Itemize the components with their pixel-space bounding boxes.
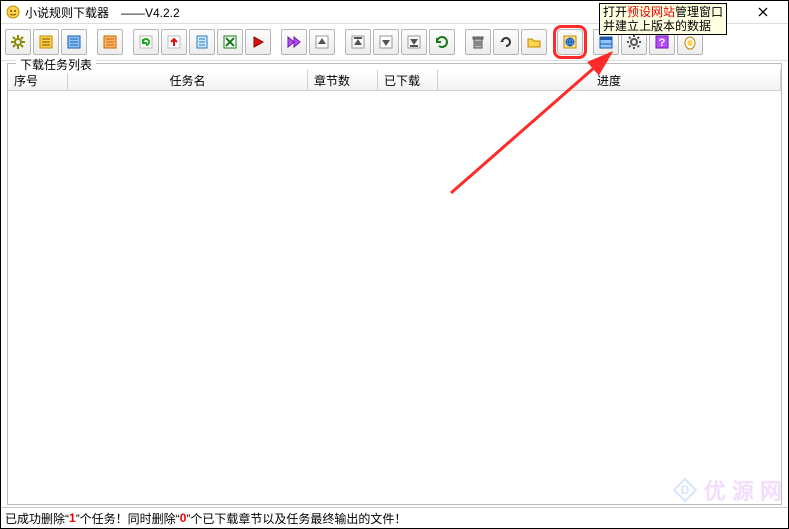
toolbar-down-button[interactable] xyxy=(373,29,399,55)
gear-icon xyxy=(10,34,26,50)
tooltip-text: 并建立上版本的数据 xyxy=(603,19,723,33)
col-taskname[interactable]: 任务名 xyxy=(68,70,308,90)
toolbar-notepad-button[interactable] xyxy=(189,29,215,55)
toolbar-list-yellow-button[interactable] xyxy=(33,29,59,55)
tooltip-text: 打开 xyxy=(603,5,627,19)
app-icon xyxy=(5,4,21,20)
toolbar-list-blue-button[interactable] xyxy=(61,29,87,55)
egg-icon xyxy=(682,34,698,50)
refresh-green-icon xyxy=(138,34,154,50)
close-button[interactable] xyxy=(742,1,784,23)
table-header: 序号 任务名 章节数 已下载 进度 xyxy=(8,70,781,91)
status-text: 已成功删除“ xyxy=(5,510,69,527)
help-icon: ? xyxy=(654,34,670,50)
app-window: 小说规则下载器 ——V4.2.2 打开预设网站管理窗口 并建立上版本的数据 ? … xyxy=(0,0,789,529)
toolbar-export-button[interactable] xyxy=(161,29,187,55)
toolbar-cycle-button[interactable] xyxy=(493,29,519,55)
toolbar-refresh-green-button[interactable] xyxy=(133,29,159,55)
list-blue-icon xyxy=(66,34,82,50)
task-list-group: 下载任务列表 序号 任务名 章节数 已下载 进度 xyxy=(7,63,782,505)
toolbar-gear-button[interactable] xyxy=(5,29,31,55)
play-icon xyxy=(250,34,266,50)
folder-icon xyxy=(526,34,542,50)
table-body[interactable] xyxy=(8,91,781,504)
toolbar-play-button[interactable] xyxy=(245,29,271,55)
status-text: ”个已下载章节以及任务最终输出的文件！ xyxy=(186,510,406,527)
toolbar-up-button[interactable] xyxy=(309,29,335,55)
col-chapters[interactable]: 章节数 xyxy=(308,70,378,90)
toolbar-list-orange-button[interactable] xyxy=(97,29,123,55)
tooltip: 打开预设网站管理窗口 并建立上版本的数据 xyxy=(599,3,727,35)
svg-text:?: ? xyxy=(659,37,666,49)
site-manage-icon xyxy=(562,34,578,50)
status-count2: 0 xyxy=(180,511,187,525)
trash-icon xyxy=(470,34,486,50)
task-table: 序号 任务名 章节数 已下载 进度 xyxy=(8,70,781,504)
toolbar-excel-button[interactable] xyxy=(217,29,243,55)
toolbar-site-manage-button[interactable] xyxy=(557,29,583,55)
toolbar-reload-button[interactable] xyxy=(429,29,455,55)
excel-icon xyxy=(222,34,238,50)
list-yellow-icon xyxy=(38,34,54,50)
status-text: ”个任务！同时删除“ xyxy=(76,510,180,527)
tooltip-text: 管理窗口 xyxy=(675,5,723,19)
toolbar-top-button[interactable] xyxy=(345,29,371,55)
export-icon xyxy=(166,34,182,50)
settings2-icon xyxy=(626,34,642,50)
cycle-icon xyxy=(498,34,514,50)
down-icon xyxy=(378,34,394,50)
col-progress[interactable]: 进度 xyxy=(438,70,781,90)
top-icon xyxy=(350,34,366,50)
window-title: 小说规则下载器 ——V4.2.2 xyxy=(25,4,180,21)
calendar-icon xyxy=(598,34,614,50)
toolbar-folder-button[interactable] xyxy=(521,29,547,55)
toolbar-trash-button[interactable] xyxy=(465,29,491,55)
reload-icon xyxy=(434,34,450,50)
up-icon xyxy=(314,34,330,50)
col-downloaded[interactable]: 已下载 xyxy=(378,70,438,90)
toolbar-fast-button[interactable] xyxy=(281,29,307,55)
status-count1: 1 xyxy=(69,511,76,525)
col-index[interactable]: 序号 xyxy=(8,70,68,90)
toolbar-bottom-button[interactable] xyxy=(401,29,427,55)
notepad-icon xyxy=(194,34,210,50)
tooltip-highlight: 预设网站 xyxy=(627,5,675,19)
group-title: 下载任务列表 xyxy=(16,56,96,73)
bottom-icon xyxy=(406,34,422,50)
statusbar: 已成功删除“1”个任务！同时删除“0”个已下载章节以及任务最终输出的文件！ xyxy=(1,507,788,528)
list-orange-icon xyxy=(102,34,118,50)
fast-icon xyxy=(286,34,302,50)
